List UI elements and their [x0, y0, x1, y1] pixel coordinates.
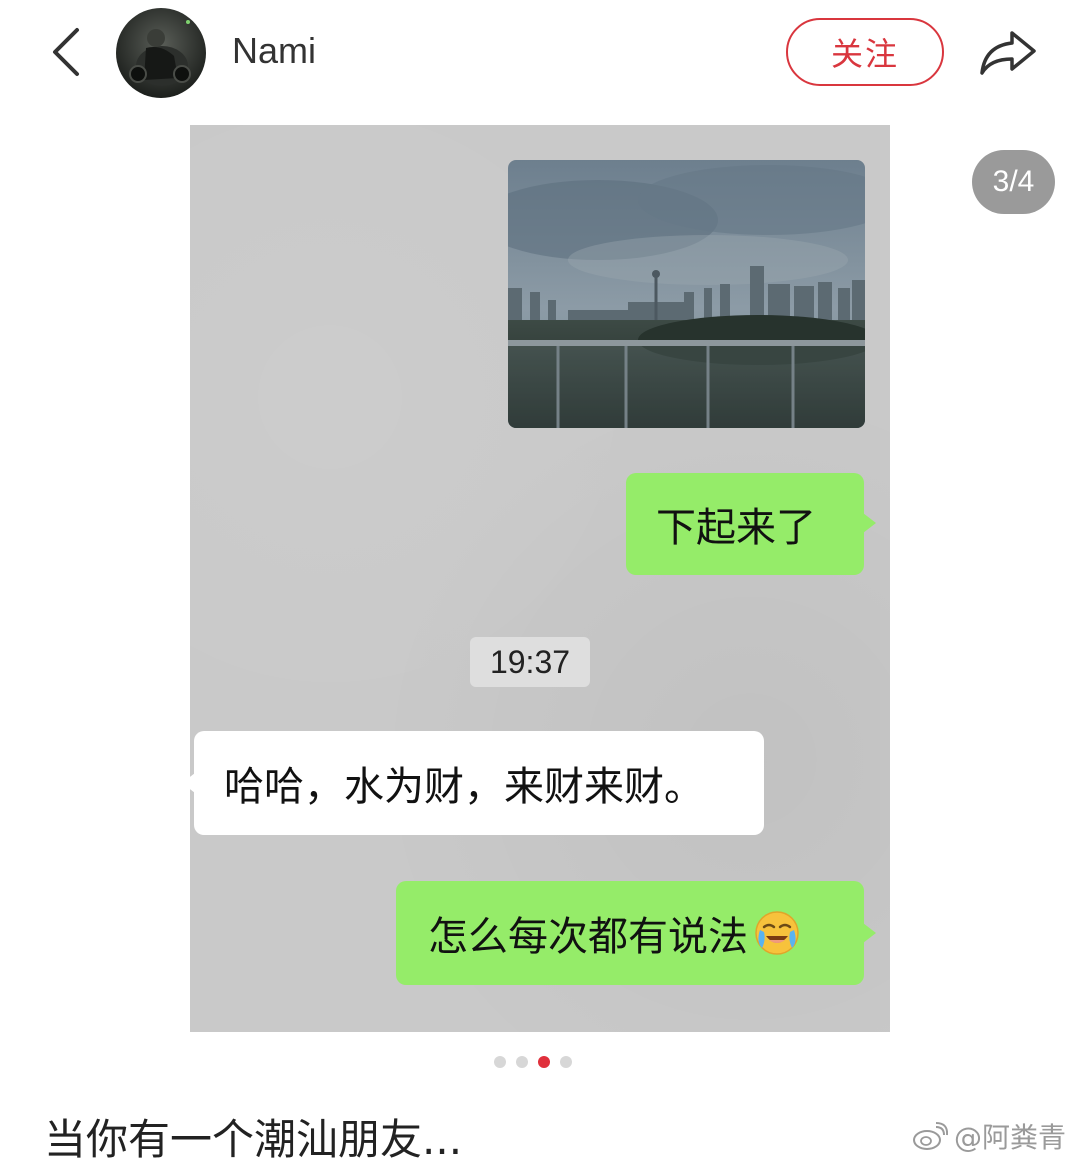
message-text: 怎么每次都有说法 [428, 914, 748, 960]
share-button[interactable] [976, 20, 1040, 84]
post-caption: 当你有一个潮汕朋友... [44, 1115, 463, 1160]
image-page-counter: 3/4 [972, 150, 1055, 214]
message-bubble-sent[interactable]: 怎么每次都有说法 [396, 881, 876, 985]
bubble-tail [863, 513, 876, 533]
username[interactable]: Nami [232, 30, 316, 72]
post-image[interactable]: 下起来了 19:37 哈哈，水为财，来财来财。 怎么每次都有说法 [190, 125, 890, 1032]
watermark-text: @阿粪青 [954, 1121, 1067, 1154]
back-button[interactable] [40, 22, 90, 82]
weibo-logo-icon [913, 1122, 948, 1150]
photo-message[interactable] [508, 160, 865, 428]
pagination-dot[interactable] [560, 1056, 572, 1068]
follow-button[interactable]: 关注 [786, 18, 944, 86]
message-text: 哈哈，水为财，来财来财。 [224, 764, 704, 810]
chevron-left-icon [53, 28, 79, 76]
share-arrow-icon [980, 31, 1036, 75]
pagination-dot[interactable] [516, 1056, 528, 1068]
crying-laughing-emoji-icon [754, 910, 800, 956]
bubble-tail [190, 773, 195, 793]
top-bar: Nami 关注 [0, 0, 1080, 110]
message-timestamp: 19:37 [470, 637, 590, 687]
city-skyline-photo [508, 160, 865, 428]
pagination-dot-active[interactable] [538, 1056, 550, 1068]
pagination-dot[interactable] [494, 1056, 506, 1068]
message-text: 下起来了 [656, 505, 816, 551]
bubble-tail [863, 923, 876, 943]
avatar[interactable] [116, 8, 206, 98]
pagination-dots [494, 1056, 572, 1070]
watermark: @阿粪青 [912, 1116, 1066, 1156]
message-bubble-sent[interactable]: 下起来了 [626, 473, 876, 575]
message-bubble-received[interactable]: 哈哈，水为财，来财来财。 [190, 731, 764, 835]
